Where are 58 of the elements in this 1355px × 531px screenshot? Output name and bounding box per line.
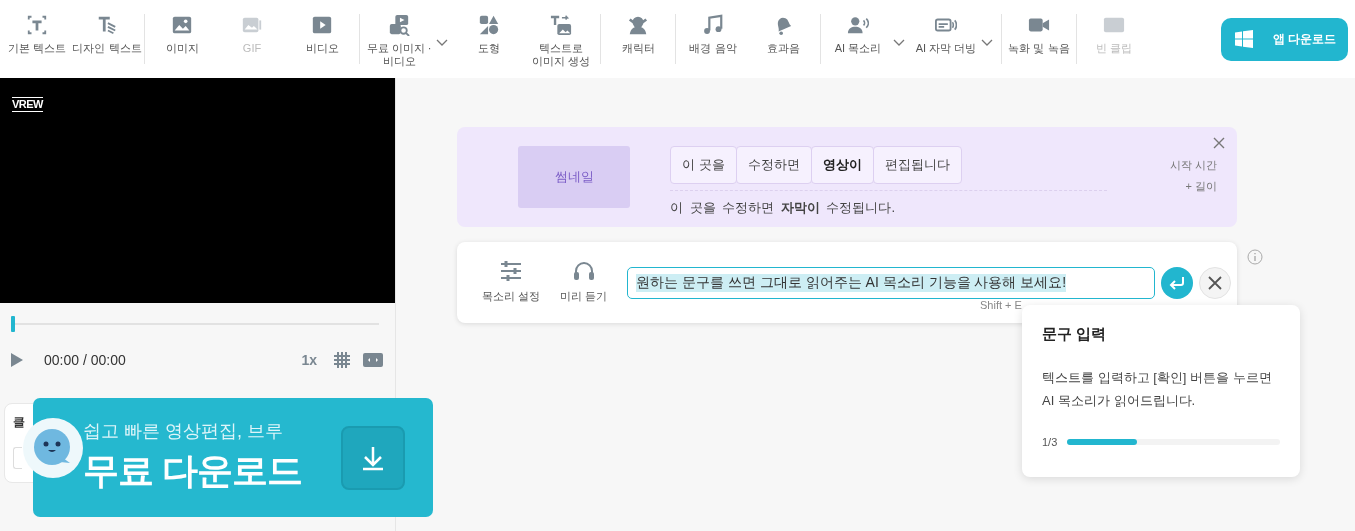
- subtitle-text[interactable]: 이 곳을 수정하면 자막이 수정됩니다.: [670, 199, 1107, 217]
- toolbar-button[interactable]: 디자인 텍스트: [72, 14, 142, 55]
- word-chip[interactable]: 수정하면: [735, 146, 812, 184]
- styled-text-icon: [96, 14, 118, 36]
- voice-tool-button[interactable]: 목소리 설정: [482, 261, 541, 304]
- enter-button[interactable]: [1161, 266, 1194, 299]
- headphones-icon: [572, 261, 595, 281]
- shortcut-hint: Shift + E: [980, 299, 1022, 311]
- info-icon[interactable]: [1247, 249, 1263, 265]
- text-to-image-icon: [550, 14, 572, 36]
- toolbar-button[interactable]: AI 자막 더빙: [911, 14, 981, 55]
- play-icon: [311, 14, 333, 36]
- playback-time: 00:00 / 00:00: [44, 352, 126, 368]
- word-chip[interactable]: 편집됩니다: [872, 146, 962, 184]
- image-icon: [171, 14, 193, 36]
- tooltip-text: 텍스트를 입력하고 [확인] 버튼을 누르면 AI 목소리가 읽어드립니다.: [1042, 369, 1273, 410]
- toolbar-button[interactable]: 도형: [454, 14, 524, 55]
- toolbar-button[interactable]: AI 목소리: [823, 14, 893, 55]
- windows-icon: [1234, 30, 1253, 48]
- toolbar-button[interactable]: 텍스트로 이미지 생성: [524, 14, 598, 68]
- timing-label: 시작 시간: [1169, 158, 1217, 173]
- close-icon: [1208, 275, 1223, 290]
- logo: VREW: [12, 97, 43, 112]
- toolbar-button[interactable]: 캐릭터: [603, 14, 673, 55]
- step-counter: 1/3: [1042, 436, 1058, 448]
- toolbar-button[interactable]: 비디오: [287, 14, 357, 55]
- banner-subtitle: 쉽고 빠른 영상편집, 브루: [83, 420, 284, 443]
- toolbar-button[interactable]: 배경 음악: [678, 14, 748, 55]
- voice-icon: [847, 14, 869, 36]
- thumbnail[interactable]: 썸네일: [518, 146, 630, 208]
- play-icon[interactable]: [10, 352, 24, 368]
- media-search-icon: [388, 14, 410, 36]
- grid-icon[interactable]: [333, 351, 351, 369]
- aspect-ratio-icon[interactable]: [363, 353, 383, 367]
- text-icon: [26, 14, 48, 36]
- character-icon: [627, 14, 649, 36]
- toolbar-button[interactable]: 무료 이미지 · 비디오: [362, 14, 436, 68]
- panel-title: 클: [13, 415, 25, 429]
- toolbar-button[interactable]: 효과음: [748, 14, 818, 55]
- timing-label: + 길이: [1185, 179, 1217, 194]
- word-chip[interactable]: 이 곳을: [670, 146, 737, 184]
- music-note-icon: [702, 14, 724, 36]
- voice-tool-button[interactable]: 미리 듣기: [560, 261, 608, 304]
- word-chip[interactable]: 영상이: [810, 146, 874, 184]
- shapes-icon: [478, 14, 500, 36]
- text-input-field[interactable]: 원하는 문구를 쓰면 그대로 읽어주는 AI 목소리 기능을 사용해 보세요!: [627, 266, 1156, 299]
- tooltip-title: 문구 입력: [1042, 325, 1108, 344]
- enter-icon: [1169, 275, 1186, 290]
- toolbar-button[interactable]: 이미지: [147, 14, 217, 55]
- banner-title: 무료 다운로드: [83, 449, 302, 493]
- toolbar-button[interactable]: 녹화 및 녹음: [1004, 14, 1074, 55]
- text-field[interactable]: [13, 447, 22, 469]
- download-button[interactable]: [341, 425, 405, 490]
- close-button[interactable]: [1199, 266, 1232, 299]
- sliders-icon: [500, 261, 523, 281]
- close-icon[interactable]: [1213, 137, 1225, 149]
- toolbar-button[interactable]: 기본 텍스트: [2, 14, 72, 55]
- mascot-icon: [23, 418, 83, 478]
